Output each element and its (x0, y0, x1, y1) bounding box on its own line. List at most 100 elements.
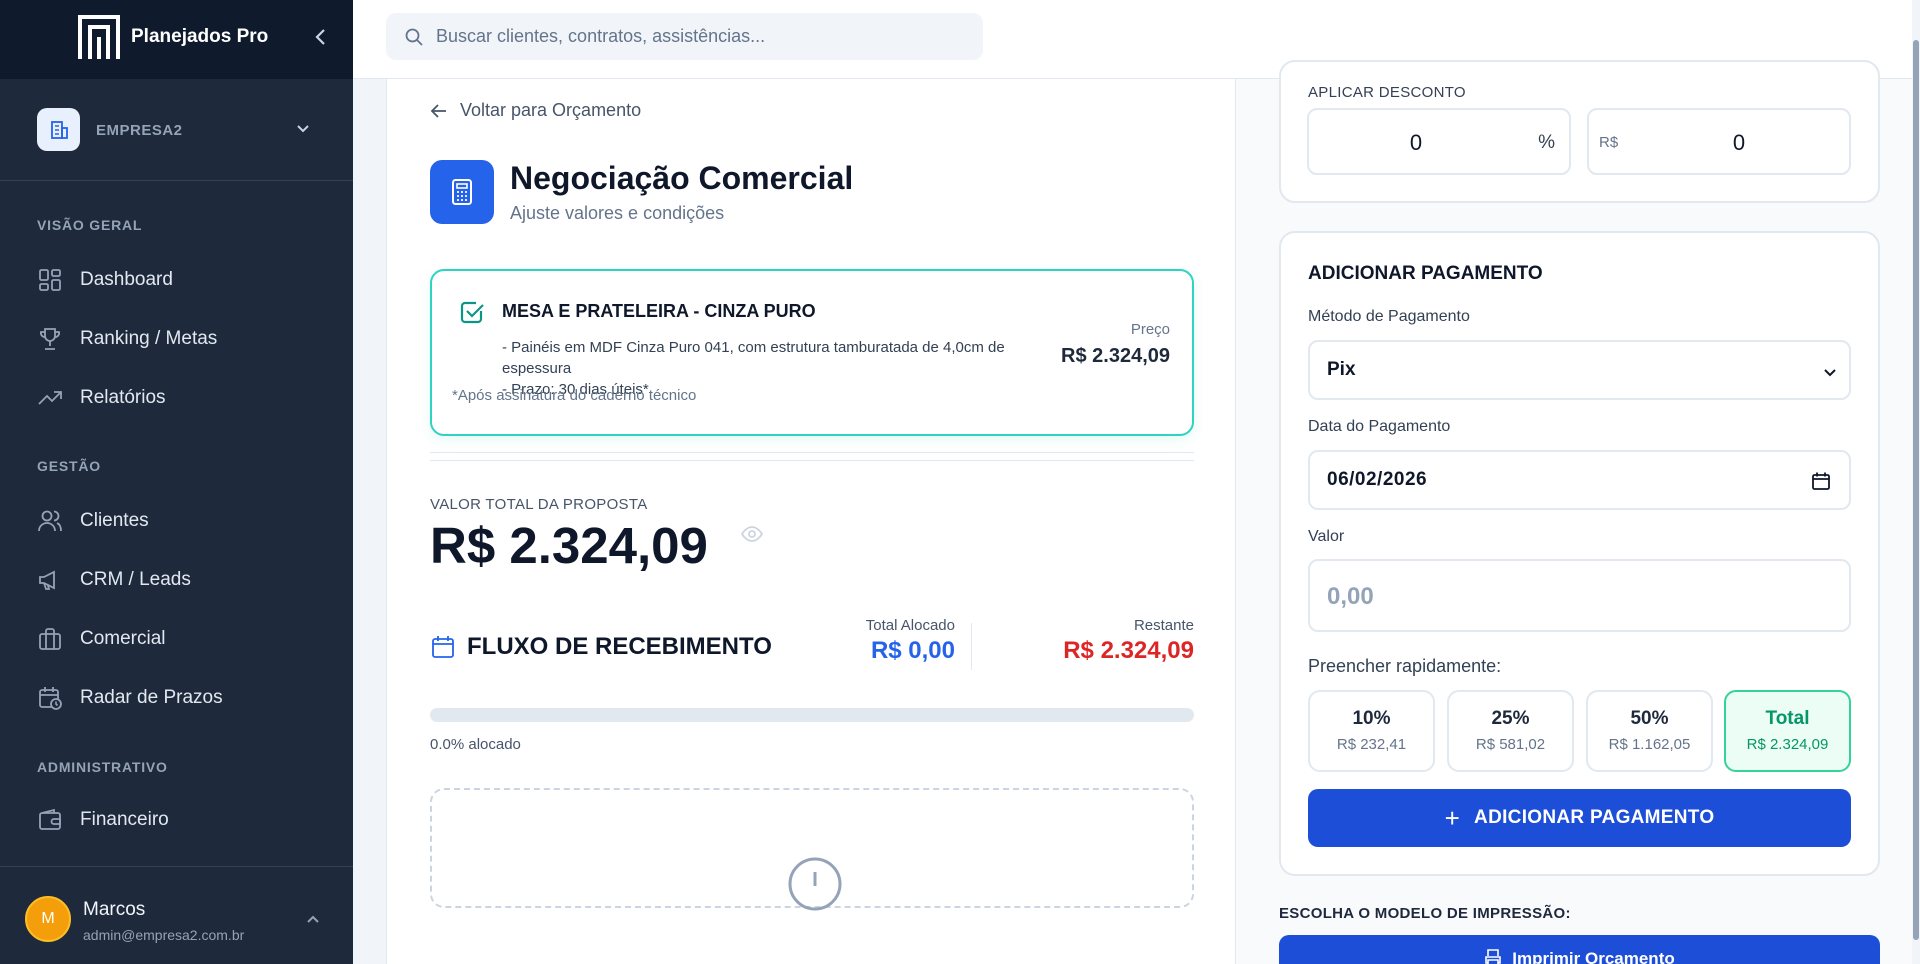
sidebar: Planejados Pro EMPRESA2 VISÃO GERAL Dash… (0, 0, 353, 964)
section-admin: ADMINISTRATIVO (37, 759, 168, 775)
quick-fill-amount: R$ 2.324,09 (1746, 736, 1829, 753)
payment-method-label: Método de Pagamento (1308, 308, 1470, 325)
sidebar-item-clients[interactable]: Clientes (37, 506, 149, 536)
divider (430, 452, 1194, 453)
company-switcher[interactable]: EMPRESA2 (0, 79, 353, 181)
brand-logo-icon (78, 15, 120, 59)
payment-method-select[interactable]: Pix (1308, 340, 1851, 400)
avatar: M (25, 896, 71, 942)
allocated-value: R$ 0,00 (870, 637, 955, 664)
page-subtitle: Ajuste valores e condições (510, 203, 725, 223)
scrollbar-thumb[interactable] (1913, 40, 1919, 940)
allocation-percent: 0.0% alocado (430, 736, 521, 753)
checkbox-checked-icon (460, 301, 484, 324)
calendar-icon[interactable] (1811, 471, 1831, 491)
search-bar[interactable] (386, 13, 983, 60)
discount-percent-value: 0 (1409, 130, 1423, 155)
collapse-sidebar-icon[interactable] (312, 27, 330, 47)
total-label: VALOR TOTAL DA PROPOSTA (430, 496, 648, 513)
payment-date-label: Data do Pagamento (1308, 418, 1451, 435)
user-email: admin@empresa2.com.br (83, 927, 245, 943)
sidebar-item-dashboard[interactable]: Dashboard (37, 265, 173, 295)
print-model-label: ESCOLHA O MODELO DE IMPRESSÃO: (1279, 905, 1571, 922)
page-title: Negociação Comercial (510, 160, 854, 196)
sidebar-header: Planejados Pro (0, 0, 353, 79)
remaining-label: Restante (1133, 617, 1194, 634)
quick-fill-amount: R$ 1.162,05 (1608, 736, 1691, 753)
sidebar-item-crm[interactable]: CRM / Leads (37, 565, 191, 595)
currency-symbol: R$ (1599, 134, 1619, 151)
sidebar-item-commercial[interactable]: Comercial (37, 624, 166, 654)
quick-fill-label: Preencher rapidamente: (1308, 656, 1502, 676)
alert-circle-icon (788, 857, 842, 911)
user-name: Marcos (83, 899, 146, 920)
eye-icon[interactable] (740, 522, 764, 546)
back-link-label: Voltar para Orçamento (460, 100, 642, 120)
selected-item-card[interactable]: MESA E PRATELEIRA - CINZA PURO - Painéis… (430, 269, 1194, 436)
trending-up-icon (38, 391, 62, 405)
divider (430, 460, 1194, 461)
dashboard-icon (39, 269, 61, 291)
allocation-progress-bar (430, 708, 1194, 722)
wallet-icon (39, 808, 61, 830)
search-icon (405, 28, 423, 46)
cashflow-title: FLUXO DE RECEBIMENTO (467, 633, 772, 660)
sidebar-item-label: Financeiro (80, 809, 169, 830)
printer-icon (1485, 949, 1502, 964)
add-payment-button[interactable]: + ADICIONAR PAGAMENTO (1308, 789, 1851, 847)
sidebar-item-finance[interactable]: Financeiro (37, 805, 169, 835)
calendar-clock-icon (39, 687, 62, 710)
discount-label: APLICAR DESCONTO (1308, 84, 1466, 101)
sidebar-item-label: CRM / Leads (80, 569, 191, 590)
quick-fill-amount: R$ 581,02 (1475, 736, 1546, 753)
quick-fill-percent: 10% (1352, 708, 1391, 729)
chevron-up-icon (307, 915, 319, 923)
section-overview: VISÃO GERAL (37, 217, 143, 233)
quick-fill-10-button[interactable]: 10% R$ 232,41 (1308, 690, 1435, 772)
payment-value-field[interactable]: 0,00 (1308, 559, 1851, 632)
sidebar-item-deadlines[interactable]: Radar de Prazos (37, 683, 223, 713)
arrow-left-icon (430, 103, 446, 118)
item-price-label: Preço (1130, 321, 1170, 338)
sidebar-item-label: Relatórios (80, 387, 166, 408)
chevron-down-icon (1824, 369, 1836, 377)
building-icon (37, 108, 80, 151)
sidebar-item-label: Dashboard (80, 269, 173, 290)
discount-percent-field[interactable]: 0 % (1307, 108, 1571, 175)
quick-fill-total-button[interactable]: Total R$ 2.324,09 (1724, 690, 1851, 772)
negotiation-panel: Voltar para Orçamento Negociação Comerci… (386, 79, 1236, 964)
sidebar-item-label: Clientes (80, 510, 149, 531)
total-value: R$ 2.324,09 (430, 517, 708, 574)
sidebar-item-ranking[interactable]: Ranking / Metas (37, 324, 217, 354)
sidebar-item-label: Ranking / Metas (80, 328, 218, 349)
quick-fill-amount: R$ 232,41 (1336, 736, 1407, 753)
quick-fill-25-button[interactable]: 25% R$ 581,02 (1447, 690, 1574, 772)
discount-currency-value: 0 (1732, 130, 1746, 155)
footnote: *Após assinatura do caderno técnico (452, 387, 697, 404)
divider (971, 623, 972, 670)
calendar-icon (432, 636, 454, 658)
quick-fill-percent: Total (1765, 708, 1810, 729)
search-input[interactable] (436, 26, 956, 47)
item-desc-line: - Painéis em MDF Cinza Puro 041, com est… (502, 339, 1005, 377)
payment-value-placeholder: 0,00 (1327, 583, 1374, 610)
sidebar-item-reports[interactable]: Relatórios (37, 383, 166, 413)
user-menu[interactable]: M Marcos admin@empresa2.com.br (0, 866, 353, 964)
print-quote-button[interactable]: Imprimir Orçamento (1279, 935, 1880, 964)
users-icon (38, 510, 62, 532)
allocated-label: Total Alocado (865, 617, 955, 634)
chevron-down-icon (297, 125, 309, 133)
add-payment-button-label: ADICIONAR PAGAMENTO (1474, 807, 1715, 828)
payment-date-value: 06/02/2026 (1327, 469, 1428, 490)
discount-currency-field[interactable]: R$ 0 (1587, 108, 1851, 175)
quick-fill-50-button[interactable]: 50% R$ 1.162,05 (1586, 690, 1713, 772)
briefcase-icon (39, 628, 61, 650)
remaining-value: R$ 2.324,09 (1063, 637, 1194, 664)
item-title: MESA E PRATELEIRA - CINZA PURO (502, 301, 816, 321)
trophy-icon (40, 328, 60, 350)
back-link[interactable]: Voltar para Orçamento (430, 100, 641, 121)
calculator-icon (430, 160, 494, 224)
add-payment-title: ADICIONAR PAGAMENTO (1308, 263, 1543, 284)
quick-fill-percent: 25% (1491, 708, 1530, 729)
payment-date-field[interactable]: 06/02/2026 (1308, 450, 1851, 510)
